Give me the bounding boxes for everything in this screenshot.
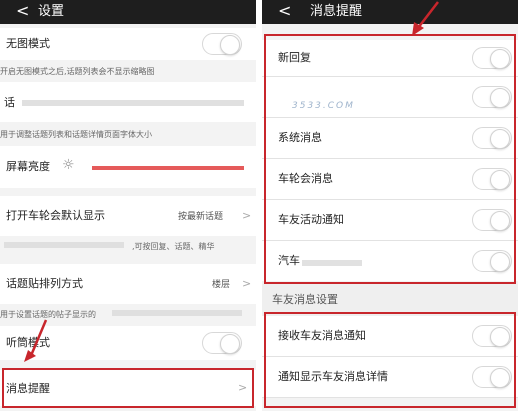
- highlight-box: [2, 368, 254, 408]
- chevron-right-icon: >: [242, 277, 252, 290]
- brightness-fill: [92, 166, 244, 170]
- brightness-row[interactable]: 屏幕亮度 ☼: [0, 146, 256, 188]
- page-title: 设置: [38, 4, 65, 19]
- annotation-arrow: [412, 1, 439, 36]
- image-mode-label: 无图模式: [6, 37, 50, 50]
- page-title: 消息提醒: [310, 4, 363, 19]
- font-size-description: 用于调整话题列表和话题详情页面字体大小: [0, 124, 256, 144]
- annotation-arrow: [24, 319, 48, 362]
- font-size-slider[interactable]: [22, 100, 244, 106]
- back-icon[interactable]: <: [16, 1, 29, 21]
- back-icon[interactable]: <: [278, 1, 291, 21]
- notification-settings-screen: < 消息提醒 新回复 3533.COM 系统消息 车轮会消息 车友活动通知 汽车…: [262, 0, 518, 411]
- notification-titlebar: < 消息提醒: [262, 0, 518, 24]
- sort-order-value: 楼层: [212, 280, 231, 290]
- chevron-right-icon: >: [242, 209, 252, 222]
- sort-order-row[interactable]: 话题贴排列方式 楼层 >: [0, 264, 256, 304]
- blurred-text: [4, 242, 124, 248]
- default-view-description: ,可按回复、话题、精华: [0, 238, 256, 256]
- sort-order-label: 话题贴排列方式: [6, 277, 83, 290]
- default-view-row[interactable]: 打开车轮会默认显示 按最新话题 >: [0, 196, 256, 236]
- default-view-label: 打开车轮会默认显示: [6, 209, 105, 222]
- default-view-value: 按最新话题: [178, 212, 224, 222]
- blurred-text: [112, 310, 242, 316]
- earpiece-mode-toggle[interactable]: [202, 332, 242, 354]
- font-size-label: 话: [4, 96, 15, 109]
- settings-titlebar: < 设置: [0, 0, 256, 24]
- font-size-row[interactable]: 话: [0, 82, 256, 122]
- image-mode-description: 开启无图模式之后,话题列表会不显示缩略图: [0, 62, 256, 80]
- highlight-box: [264, 34, 516, 284]
- highlight-box: [264, 312, 516, 408]
- image-mode-toggle[interactable]: [202, 33, 242, 55]
- image-mode-row[interactable]: 无图模式: [0, 28, 256, 60]
- brightness-track[interactable]: [92, 166, 244, 170]
- settings-screen: < 设置 无图模式 开启无图模式之后,话题列表会不显示缩略图 话 用于调整话题列…: [0, 0, 256, 411]
- sun-icon: ☼: [62, 157, 75, 173]
- brightness-label: 屏幕亮度: [6, 160, 50, 173]
